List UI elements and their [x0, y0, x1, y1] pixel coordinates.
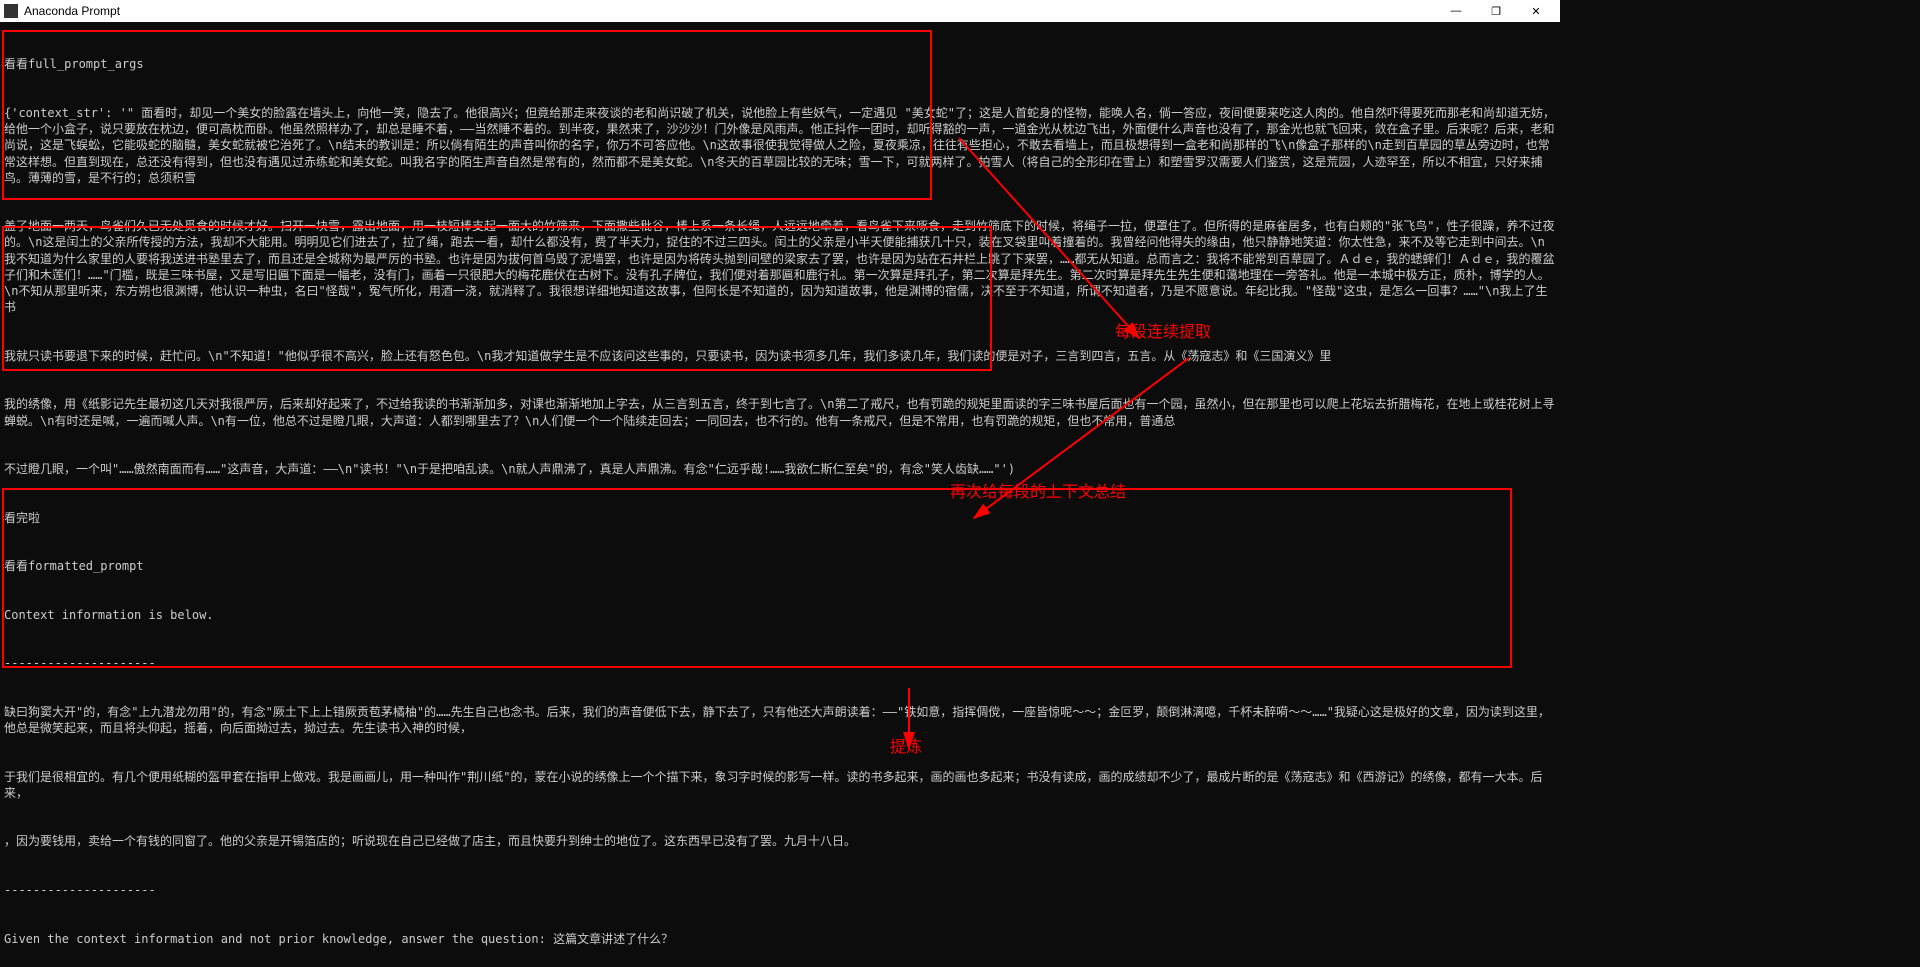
output-line: 缺曰狗窦大开"的，有念"上九潜龙勿用"的，有念"厥土下上上错厥贡苞茅橘柚"的………	[4, 704, 1556, 736]
output-line: 我就只读书要退下来的时候，赶忙问。\n"不知道！"他似乎很不高兴，脸上还有怒色包…	[4, 348, 1556, 364]
output-line: ---------------------	[4, 882, 1556, 898]
output-line: Given the context information and not pr…	[4, 931, 1556, 947]
terminal-output[interactable]: 看看full_prompt_args {'context_str': '" 面看…	[0, 22, 1560, 967]
output-line: ---------------------	[4, 655, 1556, 671]
output-line: 于我们是很相宜的。有几个便用纸糊的盔甲套在指甲上做戏。我是画画儿，用一种叫作"荆…	[4, 769, 1556, 801]
output-line: Context information is below.	[4, 607, 1556, 623]
output-line: 看看formatted_prompt	[4, 558, 1556, 574]
app-icon	[4, 4, 18, 18]
maximize-button[interactable]: ❐	[1476, 0, 1516, 22]
window-title: Anaconda Prompt	[24, 4, 1436, 18]
close-button[interactable]: ✕	[1516, 0, 1556, 22]
output-line: {'context_str': '" 面看时，却见一个美女的脸露在墙头上，向他一…	[4, 105, 1556, 186]
output-line: 盖了地面一两天，鸟雀们久已无处觅食的时候才好。扫开一块雪，露出地面，用一枝短棒支…	[4, 218, 1556, 315]
output-line: 看完啦	[4, 510, 1556, 526]
arrow-2	[940, 342, 1369, 559]
annotation-label-2: 再次给每段的上下文总结	[950, 482, 1126, 504]
minimize-button[interactable]: —	[1436, 0, 1476, 22]
output-line: ，因为要钱用，卖给一个有钱的同窗了。他的父亲是开锡箔店的；听说现在自己已经做了店…	[4, 833, 1556, 849]
annotation-label-3: 提炼	[890, 737, 922, 759]
annotation-label-1: 每段连续提取	[1115, 322, 1211, 344]
output-line: 看看full_prompt_args	[4, 56, 1556, 72]
output-line: 不过瞪几眼，一个叫"……傲然南面而有……"这声音，大声道：——\n"读书！"\n…	[4, 461, 1556, 477]
output-line: 我的绣像，用《纸影记先生最初这几天对我很严厉，后来却好起来了，不过给我读的书渐渐…	[4, 396, 1556, 428]
window-titlebar: Anaconda Prompt — ❐ ✕	[0, 0, 1560, 22]
window-controls: — ❐ ✕	[1436, 0, 1556, 22]
